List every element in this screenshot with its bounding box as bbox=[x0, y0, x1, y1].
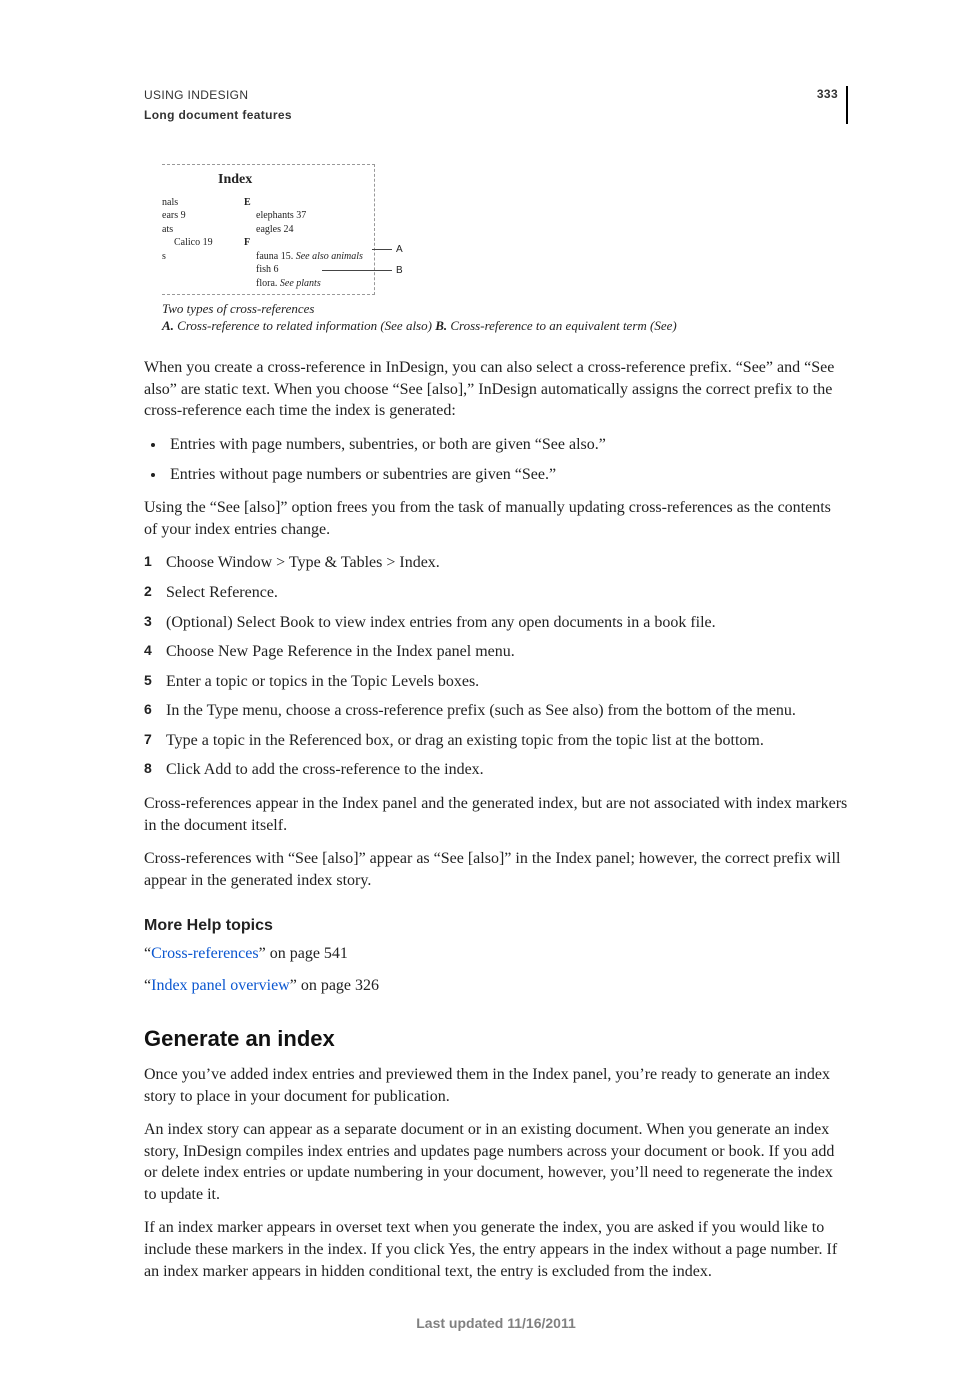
index-subentry: Calico 19 bbox=[162, 236, 242, 250]
index-left-column: nals ears 9 ats Calico 19 s bbox=[162, 196, 242, 291]
body-paragraph: Using the “See [also]” option frees you … bbox=[144, 497, 848, 540]
body-paragraph: Cross-references appear in the Index pan… bbox=[144, 793, 848, 836]
caption-title: Two types of cross-references bbox=[162, 301, 848, 318]
body-paragraph: Cross-references with “See [also]” appea… bbox=[144, 848, 848, 891]
link-index-panel-overview[interactable]: Index panel overview bbox=[151, 977, 290, 994]
numbered-steps: Choose Window > Type & Tables > Index. S… bbox=[144, 552, 848, 781]
page-number: 333 bbox=[817, 86, 838, 102]
body-paragraph: When you create a cross-reference in InD… bbox=[144, 357, 848, 422]
index-entry: s bbox=[162, 250, 242, 264]
figure-block: Index nals ears 9 ats Calico 19 s E elep… bbox=[144, 164, 848, 335]
body-paragraph: Once you’ve added index entries and prev… bbox=[144, 1064, 848, 1107]
step-item: (Optional) Select Book to view index ent… bbox=[144, 612, 848, 634]
help-link-line: “Cross-references” on page 541 bbox=[144, 943, 848, 965]
caption-text-b: Cross-reference to an equivalent term (S… bbox=[447, 318, 677, 333]
figure-caption: Two types of cross-references A. Cross-r… bbox=[162, 301, 848, 335]
doc-title: USING INDESIGN bbox=[144, 86, 292, 104]
index-entry-xref-b: flora. See plants bbox=[244, 277, 374, 291]
step-item: Type a topic in the Referenced box, or d… bbox=[144, 730, 848, 752]
link-suffix: ” on page 541 bbox=[259, 945, 348, 962]
caption-text-a: Cross-reference to related information (… bbox=[174, 318, 435, 333]
footer-updated: Last updated 11/16/2011 bbox=[144, 1314, 848, 1333]
link-suffix: ” on page 326 bbox=[290, 977, 379, 994]
index-xref-see: See plants bbox=[280, 278, 321, 289]
index-entry-text: fauna 15. bbox=[256, 251, 296, 262]
more-help-heading: More Help topics bbox=[144, 915, 848, 937]
caption-label-b: B. bbox=[435, 318, 447, 333]
step-item: Click Add to add the cross-reference to … bbox=[144, 759, 848, 781]
index-entry: nals bbox=[162, 196, 242, 210]
index-entry: elephants 37 bbox=[244, 209, 374, 223]
bullet-list: Entries with page numbers, subentries, o… bbox=[144, 434, 848, 485]
callout-line-a bbox=[372, 249, 392, 250]
index-entry: ats bbox=[162, 223, 242, 237]
callout-b: B bbox=[396, 264, 403, 278]
index-entry: eagles 24 bbox=[244, 223, 374, 237]
chapter-title: Long document features bbox=[144, 106, 292, 124]
index-letter-heading: E bbox=[244, 196, 374, 210]
index-letter-heading: F bbox=[244, 236, 374, 250]
step-item: Choose New Page Reference in the Index p… bbox=[144, 641, 848, 663]
bullet-item: Entries with page numbers, subentries, o… bbox=[166, 434, 848, 456]
step-item: In the Type menu, choose a cross-referen… bbox=[144, 700, 848, 722]
running-header: USING INDESIGN Long document features 33… bbox=[144, 86, 848, 124]
step-item: Enter a topic or topics in the Topic Lev… bbox=[144, 671, 848, 693]
section-heading-generate-index: Generate an index bbox=[144, 1024, 848, 1054]
bullet-item: Entries without page numbers or subentri… bbox=[166, 464, 848, 486]
index-right-column: E elephants 37 eagles 24 F fauna 15. See… bbox=[242, 196, 374, 291]
index-sample-box: Index nals ears 9 ats Calico 19 s E elep… bbox=[162, 164, 375, 295]
index-heading: Index bbox=[162, 171, 374, 190]
step-item: Select Reference. bbox=[144, 582, 848, 604]
index-xref-see-also: See also animals bbox=[296, 251, 363, 262]
index-figure: Index nals ears 9 ats Calico 19 s E elep… bbox=[162, 164, 404, 295]
step-item: Choose Window > Type & Tables > Index. bbox=[144, 552, 848, 574]
index-entry-text: flora. bbox=[256, 278, 280, 289]
body-paragraph: An index story can appear as a separate … bbox=[144, 1119, 848, 1205]
index-entry: ears 9 bbox=[162, 209, 242, 223]
callout-a: A bbox=[396, 243, 403, 257]
caption-label-a: A. bbox=[162, 318, 174, 333]
link-cross-references[interactable]: Cross-references bbox=[151, 945, 259, 962]
help-link-line: “Index panel overview” on page 326 bbox=[144, 975, 848, 997]
body-paragraph: If an index marker appears in overset te… bbox=[144, 1217, 848, 1282]
callout-line-b bbox=[322, 270, 392, 271]
index-entry-xref-a: fauna 15. See also animals bbox=[244, 250, 374, 264]
